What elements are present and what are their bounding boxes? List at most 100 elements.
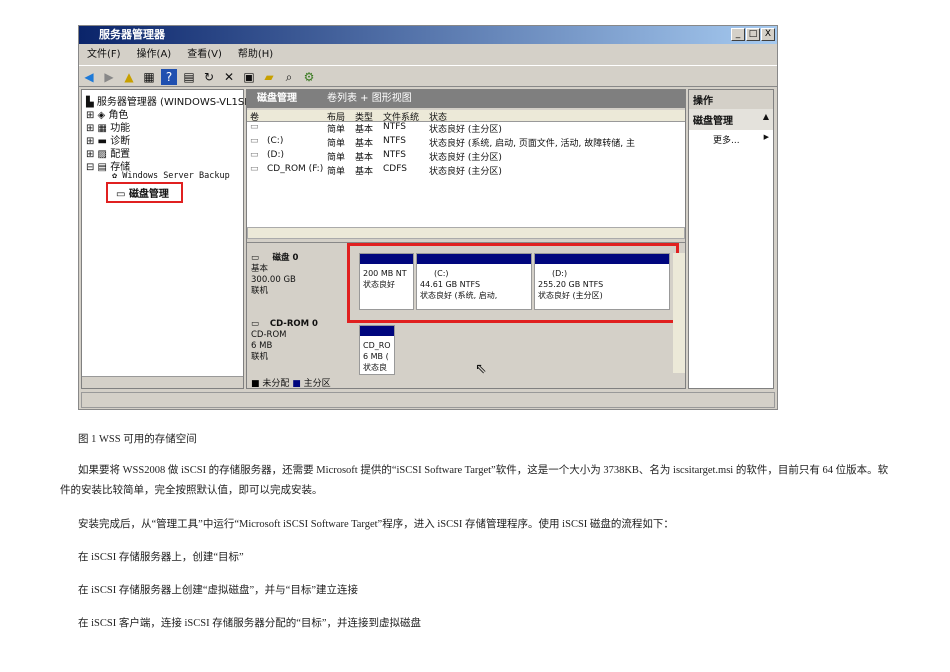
volume-cell: CDFS [383, 164, 407, 174]
drive-icon: ▭ [250, 136, 259, 146]
volume-cell: 状态良好 (系统, 启动, 页面文件, 活动, 故障转储, 主 [429, 139, 635, 149]
window-title: 服务器管理器 [99, 28, 165, 41]
tree-item-label: 磁盘管理 [128, 189, 169, 200]
close-button[interactable]: X [761, 28, 775, 41]
rescan-icon[interactable]: ⚙ [301, 69, 317, 85]
disk-name: 磁盘 0 [272, 253, 299, 263]
partition-d[interactable]: (D:) 255.20 GB NTFS 状态良好 (主分区) [534, 253, 670, 310]
toolbar: ◀ ▶ ▲ ▦? ▤ ↻ ✕ ▣ ▰ ⌕ ⚙ [79, 65, 777, 87]
partition-system-reserved[interactable]: 200 MB NT 状态良好 [359, 253, 414, 310]
volume-cell: 简单 [327, 167, 346, 177]
help-icon[interactable]: ? [161, 69, 177, 85]
partition-state: 状态良好 (系统, 启动, [420, 291, 498, 300]
volume-cell: 基本 [355, 167, 374, 177]
tree-item-backup[interactable]: ✿ Windows Server Backup [112, 171, 230, 181]
partition-size: 6 MB ( [363, 352, 389, 361]
volume-cell: 基本 [355, 139, 374, 149]
view-mode[interactable]: 卷列表 + 图形视图 [327, 93, 412, 104]
volume-row[interactable]: (C:) 简单 基本 NTFS 状态良好 (系统, 启动, 页面文件, 活动, 故障转储… [247, 136, 685, 150]
mouse-cursor-icon: ⇖ [475, 361, 487, 377]
menu-action[interactable]: 操作(A) [137, 49, 172, 60]
tree-item-disk-management[interactable]: ▭ 磁盘管理 [106, 182, 183, 203]
partition-label: CD_RO [363, 341, 391, 350]
volume-cell: 简单 [327, 153, 346, 163]
partition-size: 255.20 GB NTFS [538, 280, 604, 289]
actions-section[interactable]: 磁盘管理 ▲ [689, 109, 773, 130]
menu-bar: 文件(F) 操作(A) 查看(V) 帮助(H) [79, 46, 777, 64]
legend-unallocated: 未分配 [262, 379, 290, 389]
properties-icon[interactable]: ▣ [241, 69, 257, 85]
paragraph-2: 安装完成后，从“管理工具”中运行“Microsoft iSCSI Softwar… [78, 519, 674, 530]
forward-icon[interactable]: ▶ [101, 69, 117, 85]
paragraph-1: 如果要将 WSS2008 做 iSCSI 的存储服务器，还需要 Microsof… [78, 465, 889, 476]
step-3: 在 iSCSI 客户端，连接 iSCSI 存储服务器分配的“目标”，并连接到虚拟… [78, 618, 422, 629]
actions-more-label: 更多... [713, 136, 740, 146]
drive-icon: ▭ [250, 150, 259, 160]
disk-size: 300.00 GB [251, 275, 296, 285]
figure-caption: 图 1 WSS 可用的存储空间 [78, 434, 197, 445]
back-icon[interactable]: ◀ [81, 69, 97, 85]
console-icon[interactable]: ▤ [181, 69, 197, 85]
partition-state: 状态良好 [363, 280, 395, 289]
volume-cell: 简单 [327, 139, 346, 149]
tree-item-label: Windows Server Backup [122, 171, 230, 181]
step-2: 在 iSCSI 存储服务器上创建“虚拟磁盘”，并与“目标”建立连接 [78, 585, 358, 596]
disk-0-info: ▭ 磁盘 0 基本 300.00 GB 联机 [251, 253, 299, 296]
pane-title: 磁盘管理 [257, 93, 297, 104]
menu-file[interactable]: 文件(F) [87, 49, 121, 60]
up-folder-icon[interactable]: ▲ [121, 69, 137, 85]
volume-cell: 状态良好 (主分区) [429, 125, 502, 135]
disk-type: CD-ROM [251, 330, 287, 340]
volume-cell: (C:) [267, 136, 284, 146]
cdrom-0-info: ▭ CD-ROM 0 CD-ROM 6 MB 联机 [251, 319, 318, 362]
status-bar [81, 392, 775, 408]
list-horizontal-scrollbar[interactable] [247, 227, 685, 239]
show-tree-icon[interactable]: ▦ [141, 69, 157, 85]
volume-cell: 简单 [327, 125, 346, 135]
volume-cell: 状态良好 (主分区) [429, 167, 502, 177]
partition-c[interactable]: (C:) 44.61 GB NTFS 状态良好 (系统, 启动, [416, 253, 532, 310]
volume-cell: (D:) [267, 150, 284, 160]
search-icon[interactable]: ⌕ [281, 69, 297, 85]
drive-icon: ▭ [250, 122, 259, 132]
paragraph-1-cont: 件的安装比较简单，完全按照默认值，即可以完成安装。 [60, 485, 323, 496]
menu-help[interactable]: 帮助(H) [238, 49, 273, 60]
partition-cdrom[interactable]: CD_RO 6 MB (状态良 [359, 325, 395, 375]
volume-row[interactable]: 简单 基本 NTFS 状态良好 (主分区) ▭ [247, 122, 685, 136]
partition-state: 状态良好 (主分区) [538, 291, 603, 300]
disk-type: 基本 [251, 264, 269, 274]
partition-size: 200 MB NT [363, 269, 407, 278]
volume-row[interactable]: (D:) 简单 基本 NTFS 状态良好 (主分区) ▭ [247, 150, 685, 164]
volume-cell: 状态良好 (主分区) [429, 153, 502, 163]
actions-more[interactable]: 更多... ▶ [689, 130, 773, 146]
disk-name: CD-ROM 0 [269, 319, 318, 329]
maximize-button[interactable]: □ [746, 28, 760, 41]
actions-title: 操作 [689, 90, 773, 109]
title-bar: 服务器管理器 [79, 26, 777, 44]
volume-cell: NTFS [383, 136, 406, 146]
refresh-icon[interactable]: ↻ [201, 69, 217, 85]
graphical-view: ▭ 磁盘 0 基本 300.00 GB 联机 200 MB NT 状态良好 (C:… [247, 242, 685, 389]
volume-cell: NTFS [383, 122, 406, 132]
tree-scrollbar[interactable] [82, 376, 243, 388]
minimize-button[interactable]: _ [731, 28, 745, 41]
column-headers: 卷布局 类型 文件系统 状态 [247, 110, 685, 123]
menu-view[interactable]: 查看(V) [187, 49, 222, 60]
disk-status: 联机 [251, 352, 269, 362]
disk-size: 6 MB [251, 341, 273, 351]
step-1: 在 iSCSI 存储服务器上，创建“目标” [78, 552, 244, 563]
delete-icon[interactable]: ✕ [221, 69, 237, 85]
legend: ■ 未分配 ■ 主分区 [251, 379, 331, 389]
volume-cell: 基本 [355, 125, 374, 135]
partition-label: (D:) [552, 269, 568, 278]
volume-cell: CD_ROM (F:) [267, 164, 324, 174]
graphical-scrollbar[interactable] [673, 253, 685, 373]
pane-header: 磁盘管理 卷列表 + 图形视图 [247, 90, 685, 108]
server-manager-window: 服务器管理器 _ □ X 文件(F) 操作(A) 查看(V) 帮助(H) ◀ ▶ ▲ ▦? ▤… [78, 25, 778, 410]
volume-row[interactable]: CD_ROM (F:) 简单 基本 CDFS 状态良好 (主分区) ▭ [247, 164, 685, 178]
disk-status: 联机 [251, 286, 269, 296]
open-icon[interactable]: ▰ [261, 69, 277, 85]
disk-management-pane: 磁盘管理 卷列表 + 图形视图 卷布局 类型 文件系统 状态 简单 基本 NTFS 状态良好 … [246, 89, 686, 389]
legend-primary: 主分区 [303, 379, 331, 389]
volume-cell: 基本 [355, 153, 374, 163]
